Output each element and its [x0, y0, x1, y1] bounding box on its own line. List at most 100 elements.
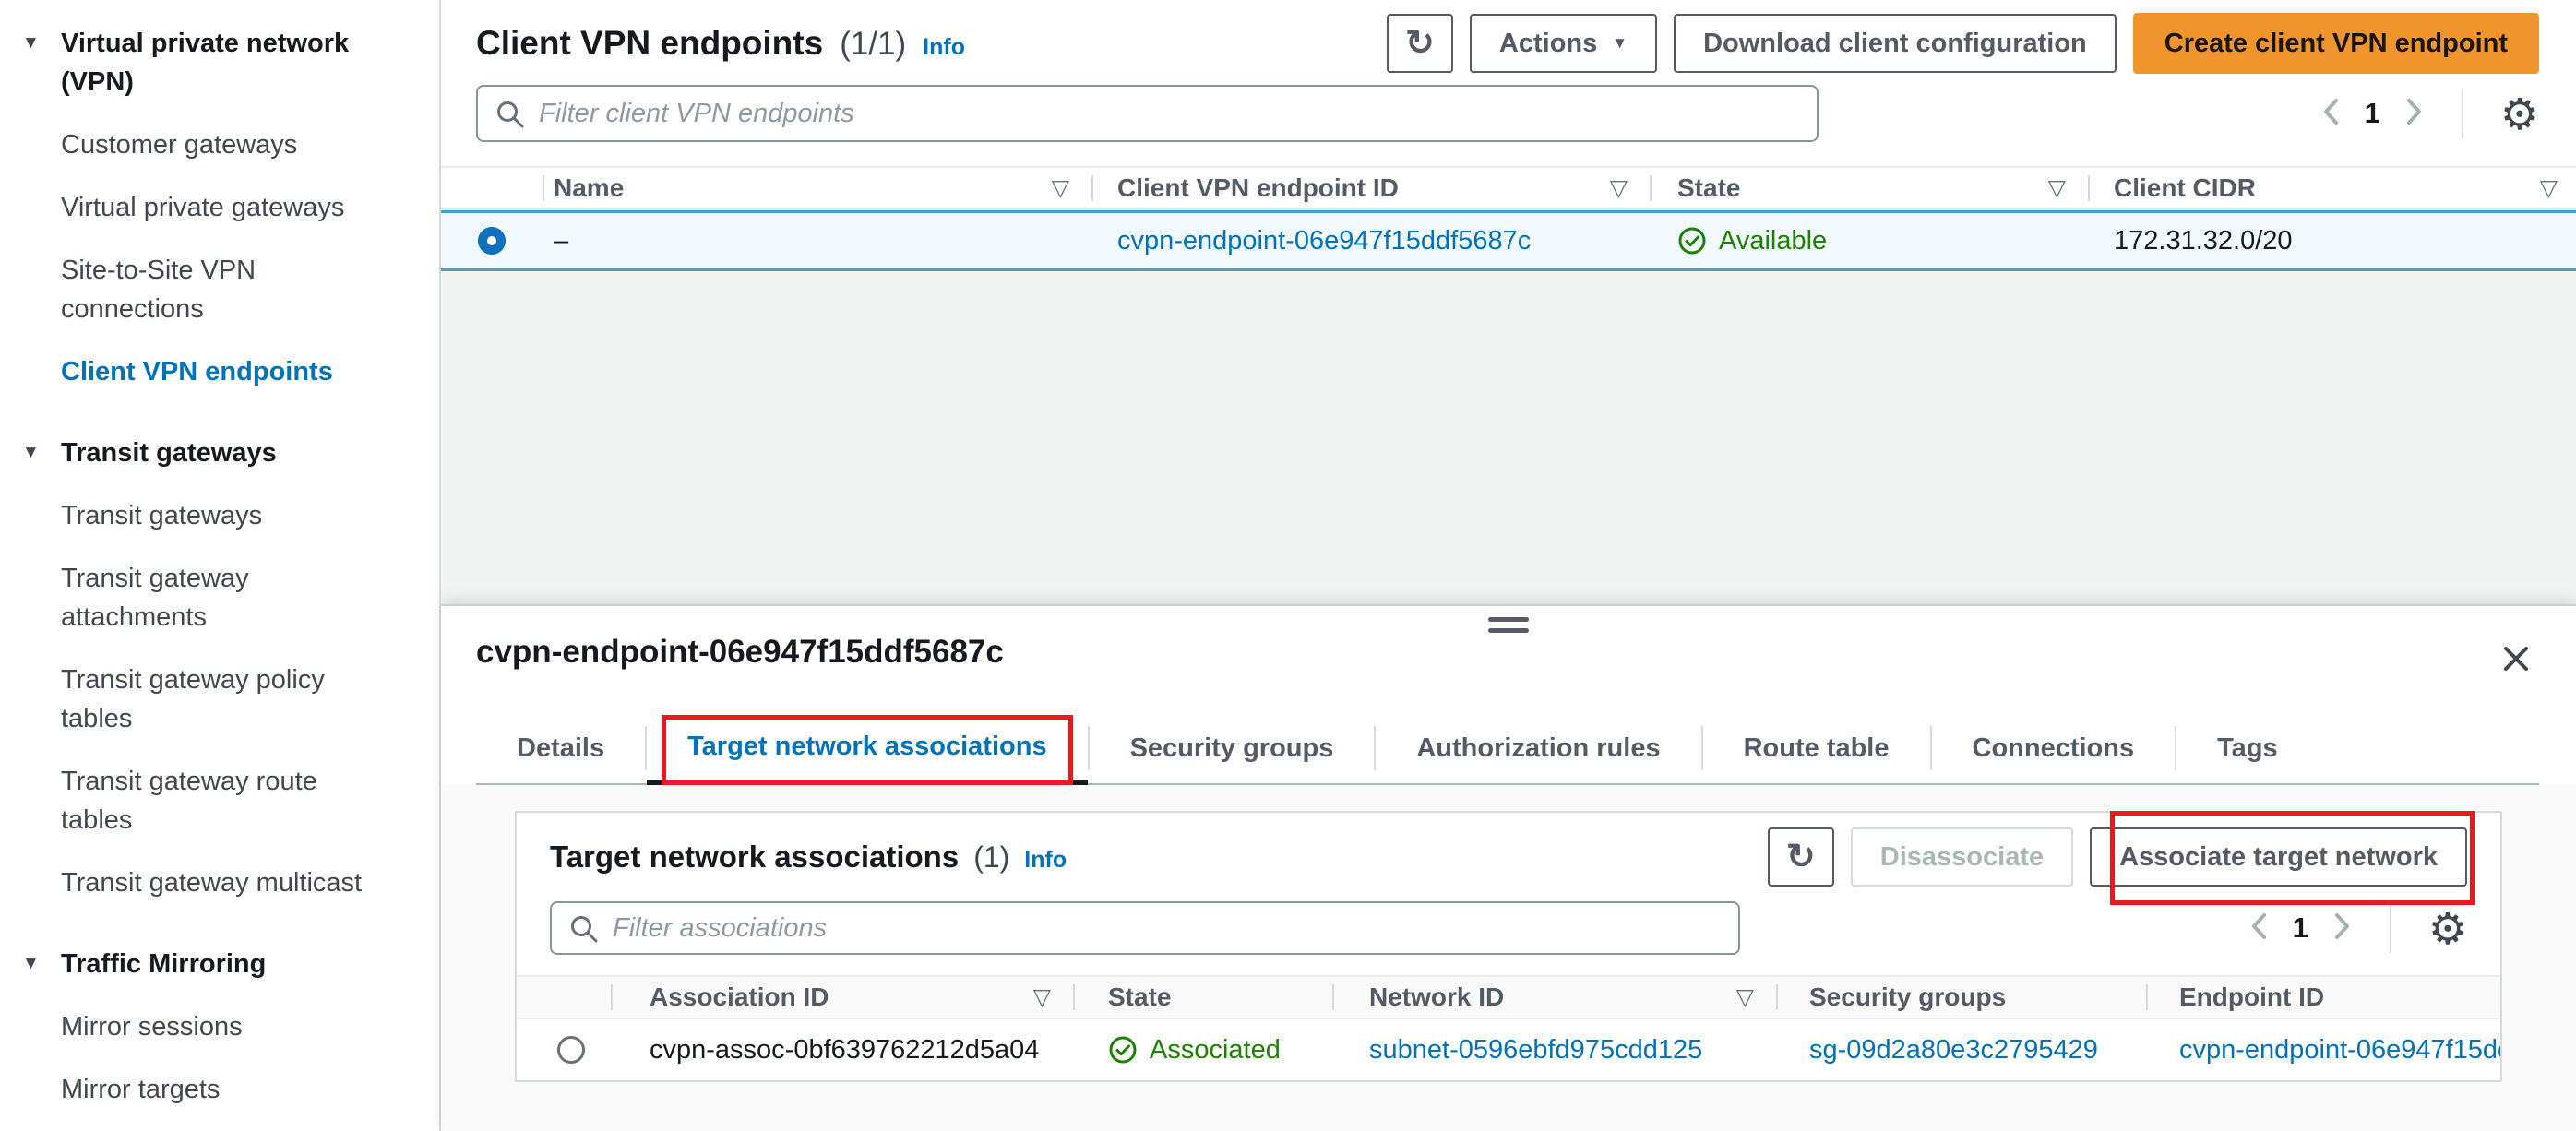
- sort-icon[interactable]: ▽: [1610, 174, 1628, 202]
- pagination-divider: [2389, 903, 2391, 953]
- endpoints-table: Name ▽ Client VPN endpoint ID ▽ State ▽ …: [441, 166, 2576, 271]
- selection-column-header: [517, 977, 613, 1018]
- settings-gear-icon[interactable]: ⚙: [2428, 907, 2467, 950]
- security-group-link[interactable]: sg-09d2a80e3c2795429: [1809, 1035, 2098, 1065]
- section-collapse-icon: ▼: [22, 443, 40, 462]
- sidebar-item-site-to-site-vpn-connections[interactable]: Site-to-Site VPN connections: [61, 251, 386, 328]
- tab-authorization-rules[interactable]: Authorization rules: [1376, 713, 1700, 783]
- sidebar-item-transit-gateway-attachments[interactable]: Transit gateway attachments: [61, 559, 386, 637]
- create-client-vpn-endpoint-button[interactable]: Create client VPN endpoint: [2132, 13, 2539, 74]
- sidebar-item-transit-gateway-route-tables[interactable]: Transit gateway route tables: [61, 762, 386, 839]
- settings-gear-icon[interactable]: ⚙: [2500, 92, 2539, 136]
- close-icon[interactable]: [2500, 643, 2532, 679]
- previous-page-icon[interactable]: [2248, 911, 2269, 946]
- column-label: Security groups: [1809, 982, 2007, 1011]
- sidebar-section-label: Virtual private network (VPN): [61, 29, 350, 97]
- column-header-network-id: Network ID ▽: [1334, 977, 1778, 1018]
- sidebar-section-header-vpn[interactable]: ▼ Virtual private network (VPN): [22, 24, 406, 101]
- tab-details[interactable]: Details: [476, 713, 645, 783]
- endpoints-filter-input[interactable]: [476, 85, 1819, 142]
- sidebar-section-label: Traffic Mirroring: [61, 949, 267, 979]
- sort-icon[interactable]: ▽: [1052, 174, 1069, 202]
- sidebar-section-label: Transit gateways: [61, 438, 277, 468]
- state-label: Associated: [1150, 1034, 1281, 1065]
- refresh-icon: ↻: [1405, 24, 1435, 63]
- sort-icon[interactable]: ▽: [2048, 174, 2066, 202]
- associations-filter-input[interactable]: [550, 901, 1740, 955]
- vpc-sidebar: ▼ Virtual private network (VPN) Customer…: [0, 0, 441, 1131]
- previous-page-icon[interactable]: [2320, 96, 2341, 132]
- sidebar-item-transit-gateways[interactable]: Transit gateways: [61, 496, 386, 535]
- current-page-number[interactable]: 1: [2293, 911, 2308, 945]
- associations-pagination: 1 ⚙: [2248, 903, 2467, 953]
- caret-down-icon: ▼: [1612, 34, 1628, 52]
- sidebar-item-virtual-private-gateways[interactable]: Virtual private gateways: [61, 188, 386, 227]
- sidebar-section-header-transit-gateways[interactable]: ▼ Transit gateways: [22, 434, 406, 472]
- state-badge: Available: [1677, 226, 2090, 256]
- row-radio-unselected[interactable]: [557, 1036, 585, 1064]
- page-title: Client VPN endpoints: [476, 24, 824, 62]
- sidebar-section-header-traffic-mirroring[interactable]: ▼ Traffic Mirroring: [22, 945, 406, 983]
- column-header-client-cidr: Client CIDR ▽: [2090, 168, 2576, 208]
- sidebar-item-mirror-targets[interactable]: Mirror targets: [61, 1070, 386, 1109]
- client-vpn-endpoints-list-section: Client VPN endpoints (1/1) Info ↻ Action…: [441, 0, 2576, 604]
- associate-target-network-button[interactable]: Associate target network: [2090, 827, 2467, 887]
- disassociate-label: Disassociate: [1879, 841, 2045, 872]
- endpoint-count: (1/1): [840, 26, 907, 62]
- tab-security-groups[interactable]: Security groups: [1090, 713, 1375, 783]
- column-label: State: [1677, 173, 1741, 202]
- associations-card-title: Target network associations: [550, 839, 960, 874]
- next-page-icon[interactable]: [2332, 911, 2353, 946]
- download-label: Download client configuration: [1703, 28, 2087, 58]
- sidebar-item-customer-gateways[interactable]: Customer gateways: [61, 125, 386, 164]
- sidebar-item-transit-gateway-multicast[interactable]: Transit gateway multicast: [61, 863, 386, 902]
- column-header-association-id: Association ID ▽: [613, 977, 1075, 1018]
- associations-table-header: Association ID ▽ State Network ID ▽ Secu…: [517, 975, 2500, 1019]
- associate-label: Associate target network: [2119, 841, 2438, 872]
- cell-client-cidr: 172.31.32.0/20: [2114, 225, 2293, 256]
- selection-column-header: [441, 168, 544, 208]
- actions-dropdown-button[interactable]: Actions ▼: [1469, 14, 1658, 73]
- check-circle-icon: [1109, 1036, 1137, 1064]
- sidebar-item-mirror-sessions[interactable]: Mirror sessions: [61, 1007, 386, 1046]
- cell-name: –: [554, 225, 569, 256]
- endpoint-id-link[interactable]: cvpn-endpoint-06e947f15ddf5687c: [1117, 226, 1531, 256]
- sidebar-item-transit-gateway-policy-tables[interactable]: Transit gateway policy tables: [61, 661, 386, 738]
- column-label: Network ID: [1369, 982, 1505, 1011]
- column-header-endpoint-id: Endpoint ID: [2148, 977, 2500, 1018]
- tab-connections[interactable]: Connections: [1932, 713, 2176, 783]
- sort-icon[interactable]: ▽: [1736, 983, 1754, 1011]
- associations-refresh-button[interactable]: ↻: [1767, 827, 1834, 887]
- endpoint-detail-split-panel: cvpn-endpoint-06e947f15ddf5687c Details …: [441, 604, 2576, 1131]
- disassociate-button[interactable]: Disassociate: [1850, 827, 2074, 887]
- download-client-configuration-button[interactable]: Download client configuration: [1674, 14, 2117, 73]
- list-pagination: 1 ⚙: [2320, 89, 2539, 138]
- actions-label: Actions: [1498, 28, 1598, 58]
- tab-tags[interactable]: Tags: [2176, 713, 2319, 783]
- column-header-name: Name ▽: [544, 168, 1093, 208]
- endpoint-table-row[interactable]: – cvpn-endpoint-06e947f15ddf5687c Availa…: [441, 210, 2576, 271]
- column-header-state: State: [1075, 977, 1334, 1018]
- current-page-number[interactable]: 1: [2365, 97, 2380, 130]
- info-link[interactable]: Info: [1024, 847, 1067, 874]
- associations-count: (1): [973, 840, 1010, 874]
- list-filter-row: 1 ⚙: [441, 74, 2576, 142]
- list-header: Client VPN endpoints (1/1) Info ↻ Action…: [441, 0, 2576, 74]
- tab-label: Target network associations: [687, 731, 1047, 761]
- tab-target-network-associations[interactable]: Target network associations: [647, 713, 1088, 785]
- sort-icon[interactable]: ▽: [2540, 174, 2558, 202]
- refresh-button[interactable]: ↻: [1386, 14, 1453, 73]
- network-id-link[interactable]: subnet-0596ebfd975cdd125: [1369, 1035, 1702, 1065]
- endpoint-id-link[interactable]: cvpn-endpoint-06e947f15ddf5687c: [2179, 1035, 2500, 1065]
- sort-icon[interactable]: ▽: [1033, 983, 1051, 1011]
- info-link[interactable]: Info: [923, 34, 965, 61]
- row-radio-selected[interactable]: [478, 227, 506, 255]
- pagination-divider: [2461, 89, 2463, 138]
- state-label: Available: [1719, 225, 1828, 256]
- next-page-icon[interactable]: [2404, 96, 2425, 132]
- association-table-row[interactable]: cvpn-assoc-0bf639762212d5a04 Associated …: [517, 1019, 2500, 1080]
- panel-drag-handle[interactable]: [1488, 617, 1529, 639]
- sidebar-item-client-vpn-endpoints[interactable]: Client VPN endpoints: [61, 352, 386, 391]
- tab-route-table[interactable]: Route table: [1703, 713, 1930, 783]
- column-header-security-groups: Security groups: [1778, 977, 2148, 1018]
